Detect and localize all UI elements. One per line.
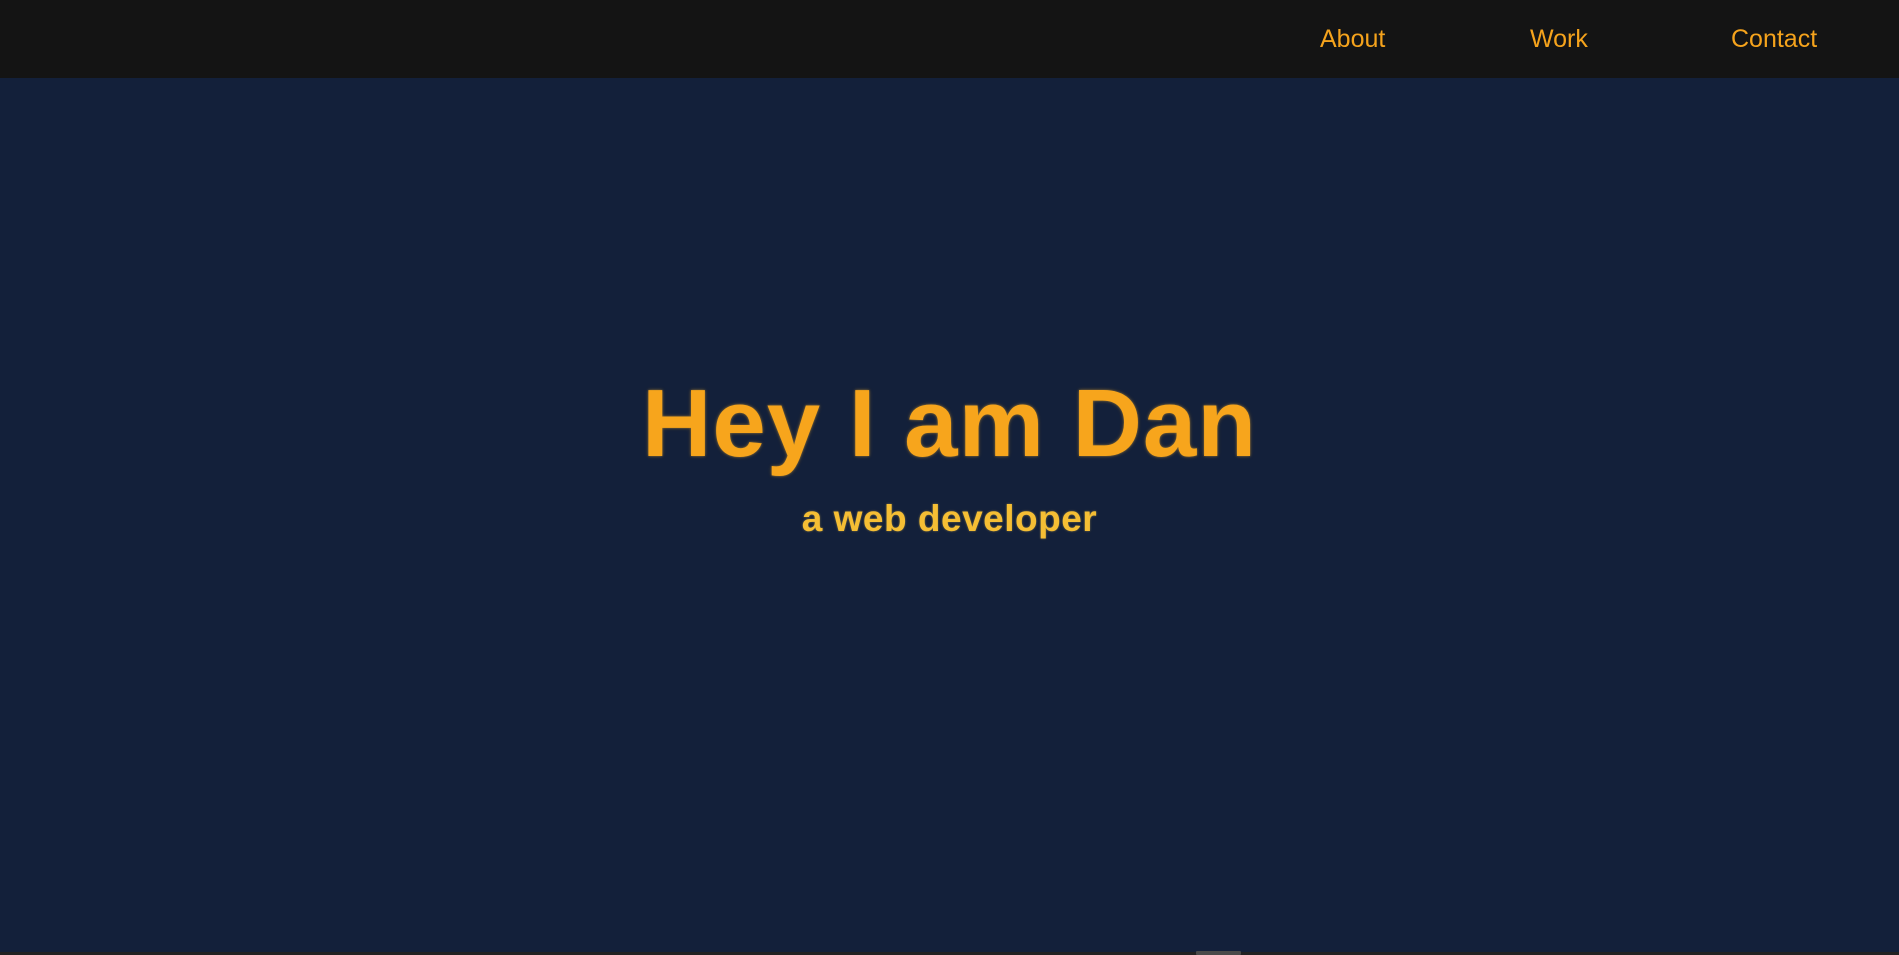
nav-link-work[interactable]: Work bbox=[1530, 22, 1588, 56]
hero-subtitle: a web developer bbox=[801, 498, 1098, 539]
scroll-indicator[interactable] bbox=[1196, 951, 1241, 955]
nav-link-contact[interactable]: Contact bbox=[1731, 22, 1817, 56]
hero-section: Hey I am Dan a web developer bbox=[0, 78, 1899, 952]
hero-title: Hey I am Dan bbox=[642, 370, 1257, 477]
nav-link-about[interactable]: About bbox=[1320, 22, 1385, 56]
top-navbar: About Work Contact bbox=[0, 0, 1899, 78]
page: About Work Contact Hey I am Dan a web de… bbox=[0, 0, 1899, 955]
